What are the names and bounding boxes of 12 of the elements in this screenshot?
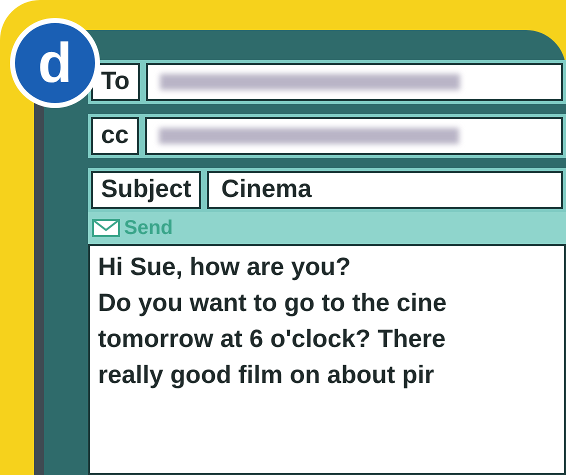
field-label: cc (91, 117, 139, 155)
field-value: Cinema (221, 174, 312, 206)
field-label: Subject (91, 171, 202, 209)
input-field[interactable] (146, 63, 563, 101)
message-text: Hi Sue, how are you? (98, 252, 352, 282)
field-label: To (91, 63, 140, 101)
message-text: tomorrow at 6 o'clock? There (98, 324, 447, 354)
message-text: really good film on about pir (98, 360, 436, 390)
envelope-icon (92, 219, 120, 237)
input-field[interactable] (144, 117, 563, 155)
input-field[interactable]: Cinema (207, 171, 563, 209)
message-text: Do you want to go to the cine (98, 288, 448, 318)
